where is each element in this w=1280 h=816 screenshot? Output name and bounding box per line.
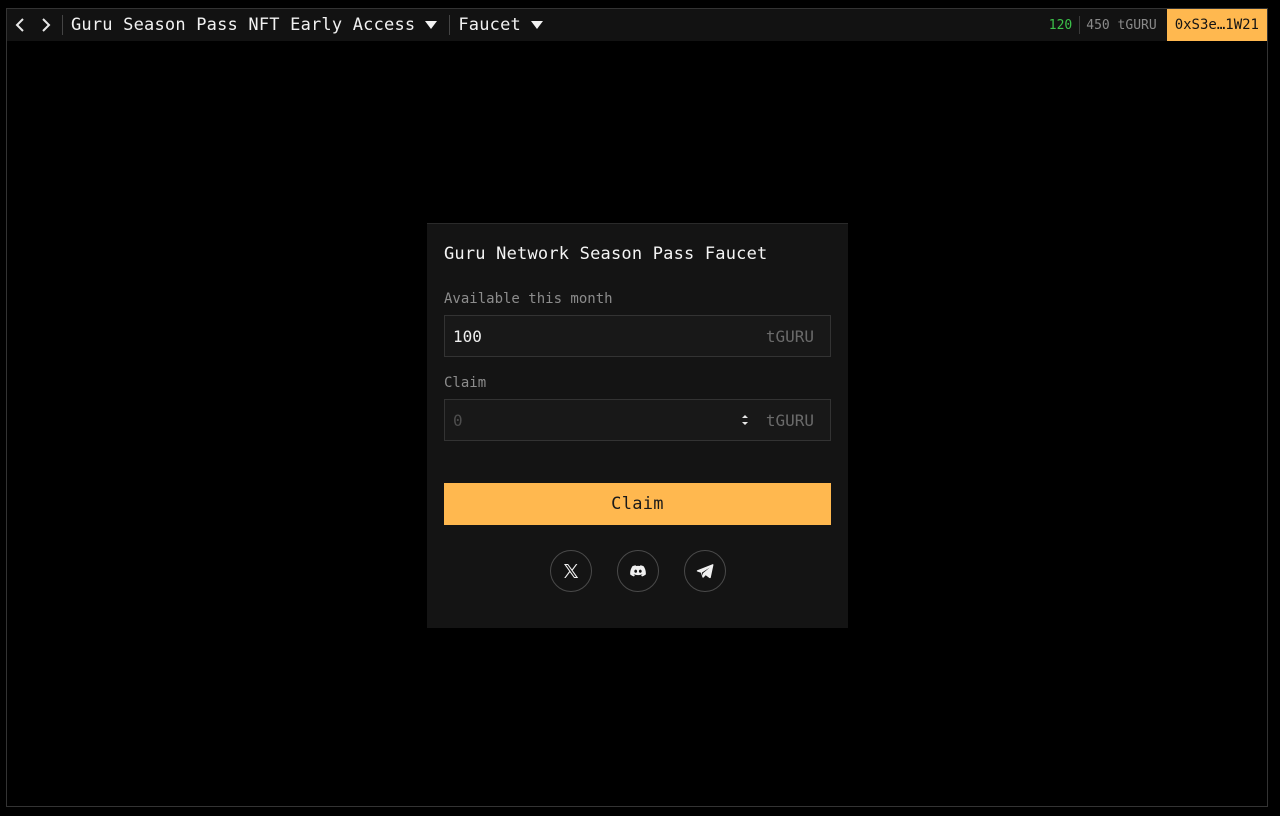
telegram-link[interactable] (683, 550, 726, 592)
forward-button[interactable] (33, 9, 59, 41)
project-selector[interactable]: Guru Season Pass NFT Early Access (71, 9, 438, 41)
wallet-button[interactable]: 0xS3e…1W21 (1166, 9, 1267, 41)
page-selector[interactable]: Faucet (458, 9, 543, 41)
chevron-right-icon (42, 18, 51, 32)
caret-down-icon (530, 21, 543, 29)
discord-link[interactable] (616, 550, 659, 592)
x-link[interactable] (549, 550, 592, 592)
telegram-icon (696, 564, 713, 579)
available-value: 100 (453, 326, 482, 346)
discord-icon (629, 565, 646, 577)
claim-amount-placeholder: 0 (453, 410, 463, 430)
caret-down-icon (425, 21, 438, 29)
claim-amount-input[interactable]: 0 tGURU (444, 399, 831, 441)
claim-unit: tGURU (765, 410, 814, 430)
available-unit: tGURU (765, 326, 814, 346)
app-frame: Guru Season Pass NFT Early Access Faucet… (6, 8, 1268, 807)
available-label: Available this month (444, 291, 613, 307)
faucet-card: Guru Network Season Pass Faucet Availabl… (427, 223, 848, 628)
x-icon (563, 564, 578, 578)
social-links (444, 550, 831, 592)
chevron-left-icon (15, 18, 24, 32)
project-selector-label: Guru Season Pass NFT Early Access (71, 15, 416, 35)
claim-button[interactable]: Claim (444, 483, 831, 525)
account-area: 120 450 tGURU 0xS3e…1W21 (1049, 9, 1267, 41)
available-field: 100 tGURU (444, 315, 831, 357)
back-button[interactable] (7, 9, 33, 41)
stepper-icon[interactable] (740, 412, 750, 428)
divider (62, 15, 63, 35)
divider (449, 15, 451, 35)
points-counter: 120 (1048, 17, 1073, 33)
page-selector-label: Faucet (458, 15, 521, 35)
token-balance: 450 tGURU (1086, 17, 1157, 33)
claim-label: Claim (444, 375, 487, 391)
card-title: Guru Network Season Pass Faucet (444, 244, 768, 264)
top-bar: Guru Season Pass NFT Early Access Faucet… (7, 9, 1267, 41)
